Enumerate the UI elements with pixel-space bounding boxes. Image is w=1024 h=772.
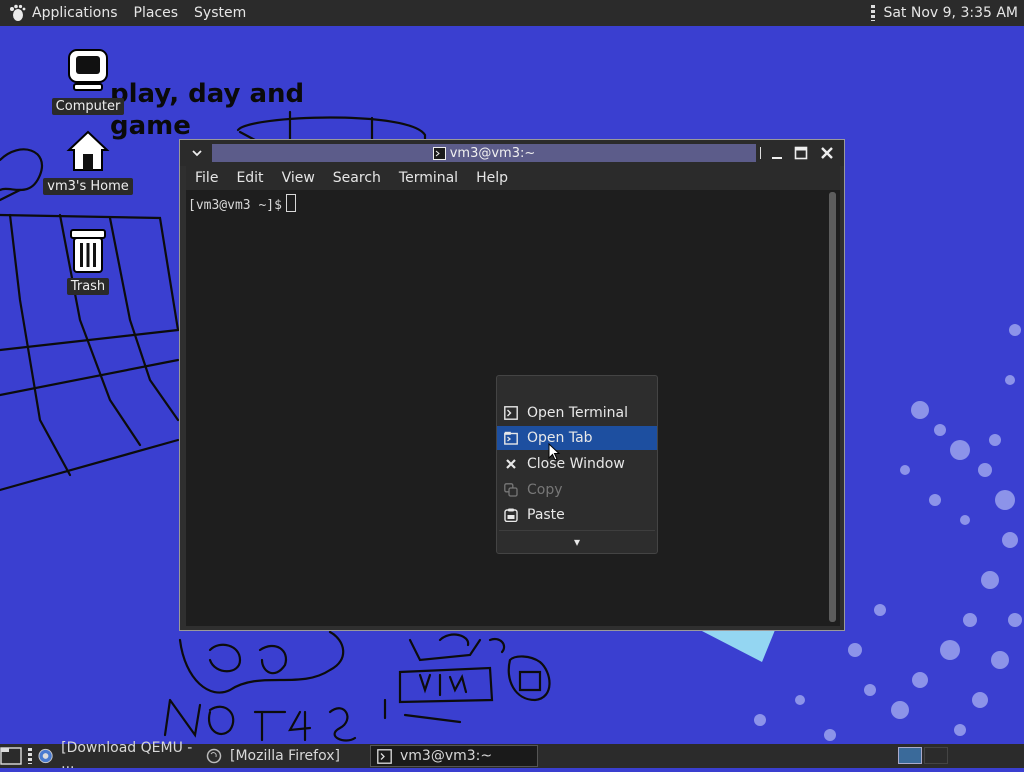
desktop-icon-computer[interactable]: Computer [43, 48, 133, 115]
menu-terminal[interactable]: Terminal [390, 170, 467, 186]
desktop-icon-label: vm3's Home [43, 178, 133, 195]
menu-item-paste[interactable]: Paste [497, 503, 657, 527]
desktop-icon-home[interactable]: vm3's Home [43, 128, 133, 195]
minimize-button[interactable] [768, 144, 786, 162]
paste-icon [504, 508, 518, 522]
window-menu-button[interactable] [188, 144, 206, 162]
menu-view[interactable]: View [273, 170, 324, 186]
wallpaper-text: play, day and game [110, 78, 304, 142]
menu-help[interactable]: Help [467, 170, 517, 186]
places-menu[interactable]: Places [134, 5, 179, 21]
terminal-icon [432, 146, 446, 160]
mouse-pointer-icon [548, 443, 561, 461]
terminal-icon [504, 406, 518, 420]
close-icon [821, 147, 833, 159]
computer-icon [68, 49, 108, 91]
trash-icon [70, 229, 106, 273]
minimize-icon [772, 157, 782, 159]
menu-item-label: Close Window [527, 456, 625, 472]
title-bar[interactable]: vm3@vm3:~ [180, 140, 844, 166]
desktop-icon-label: Trash [66, 278, 110, 295]
close-window-icon [506, 459, 516, 469]
menu-edit[interactable]: Edit [227, 170, 272, 186]
scrollbar[interactable] [829, 192, 836, 622]
wallpaper-text-line-2: game [110, 111, 191, 141]
panel-menus: Applications Places System [0, 0, 270, 26]
menu-scroll-down[interactable]: ▾ [497, 533, 657, 551]
menu-item-open-terminal[interactable]: Open Terminal [497, 401, 657, 425]
desktop-icon-label: Computer [51, 98, 125, 115]
workspace-switcher-2[interactable] [924, 747, 948, 764]
window-title-text: vm3@vm3:~ [449, 145, 536, 161]
open-tab-icon [504, 431, 518, 445]
show-desktop-icon [0, 747, 22, 765]
task-label: vm3@vm3:~ [400, 748, 493, 764]
taskbar-handle-icon [28, 748, 32, 764]
maximize-button[interactable] [792, 144, 810, 162]
menu-search[interactable]: Search [324, 170, 390, 186]
shell-prompt: [vm3@vm3 ~]$ [188, 194, 296, 213]
desktop-icon-trash[interactable]: Trash [43, 228, 133, 295]
chevron-down-icon: ▾ [573, 535, 581, 549]
context-menu: Open Terminal Open Tab Close Window Copy… [496, 375, 658, 554]
scrollbar-thumb[interactable] [829, 192, 836, 622]
maximize-icon [794, 146, 808, 160]
menu-item-close-window[interactable]: Close Window [497, 452, 657, 476]
window-title: vm3@vm3:~ [212, 144, 756, 162]
panel-handle-icon [871, 5, 876, 21]
menu-separator [499, 530, 655, 531]
terminal-menu-bar: File Edit View Search Terminal Help [186, 166, 840, 190]
task-label: [Mozilla Firefox] [230, 748, 340, 764]
gnome-foot-icon[interactable] [8, 4, 26, 22]
bottom-panel: [Download QEMU - ... [Mozilla Firefox] v… [0, 740, 1024, 772]
show-desktop-button[interactable] [0, 746, 22, 766]
task-label: [Download QEMU - ... [61, 740, 193, 772]
system-menu[interactable]: System [194, 5, 246, 21]
menu-item-label: Paste [527, 507, 565, 523]
menu-item-label: Open Terminal [527, 405, 629, 421]
close-button[interactable] [818, 144, 836, 162]
task-mozilla-firefox[interactable]: [Mozilla Firefox] [206, 745, 366, 767]
panel-clock[interactable]: Sat Nov 9, 3:35 AM [871, 0, 1018, 26]
menu-file[interactable]: File [186, 170, 227, 186]
text-cursor [285, 194, 296, 212]
terminal-icon [377, 748, 392, 764]
browser-icon [38, 748, 53, 764]
wallpaper-text-line-1: play, day and [110, 79, 305, 109]
firefox-icon [206, 748, 222, 764]
task-download-qemu[interactable]: [Download QEMU - ... [38, 740, 202, 772]
menu-item-open-tab[interactable]: Open Tab [497, 426, 657, 450]
menu-item-copy: Copy [497, 478, 657, 502]
task-terminal[interactable]: vm3@vm3:~ [370, 745, 538, 767]
menu-item-label: Copy [527, 482, 563, 498]
applications-menu[interactable]: Applications [32, 5, 118, 21]
prompt-text: [vm3@vm3 ~]$ [188, 198, 282, 213]
workspace-switcher[interactable] [898, 747, 922, 764]
top-panel: Applications Places System Sat Nov 9, 3:… [0, 0, 1024, 26]
home-icon [66, 130, 110, 171]
chevron-down-icon [192, 150, 202, 157]
copy-icon [504, 483, 518, 497]
clock-text: Sat Nov 9, 3:35 AM [883, 5, 1018, 21]
title-divider [760, 147, 761, 159]
